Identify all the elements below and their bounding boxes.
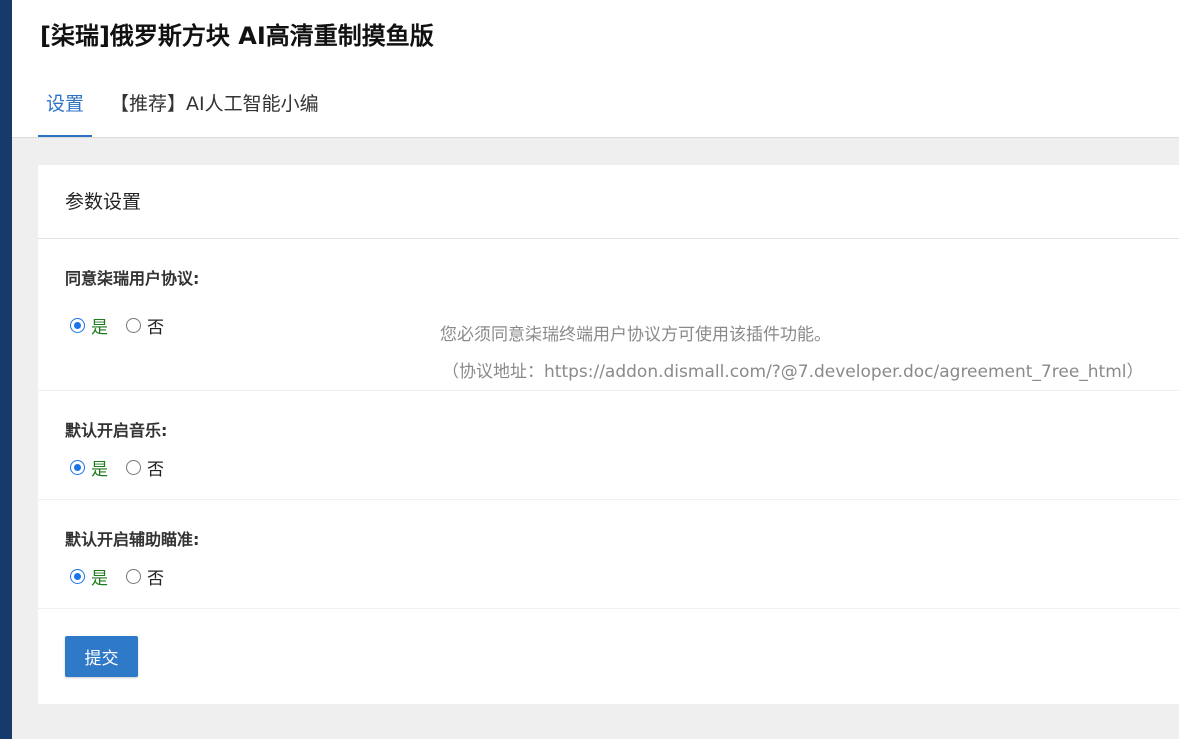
radio-music-yes[interactable]: 是 (70, 455, 108, 480)
field-label: 同意柒瑞用户协议: (65, 269, 200, 288)
card-title: 参数设置 (38, 165, 1179, 239)
submit-button[interactable]: 提交 (65, 636, 138, 677)
radio-checked-icon[interactable] (70, 318, 85, 333)
radio-aim-no[interactable]: 否 (126, 564, 164, 589)
radio-group-agree: 是 否 (70, 313, 182, 338)
tab-settings[interactable]: 设置 (38, 88, 93, 137)
tab-ai-editor-recommend[interactable]: 【推荐】AI人工智能小编 (102, 88, 327, 137)
radio-unchecked-icon[interactable] (126, 318, 141, 333)
radio-label-no: 否 (147, 569, 164, 589)
field-agree-agreement: 同意柒瑞用户协议: 是 否 您必须同意柒瑞终端用户协议方可使用该插件功能。 （协… (38, 239, 1179, 391)
field-hint: 您必须同意柒瑞终端用户协议方可使用该插件功能。 （协议地址：https://ad… (440, 317, 1144, 391)
radio-agree-yes[interactable]: 是 (70, 313, 108, 338)
page-title: [柒瑞]俄罗斯方块 AI高清重制摸鱼版 (40, 22, 434, 50)
radio-unchecked-icon[interactable] (126, 460, 141, 475)
radio-label-no: 否 (147, 460, 164, 480)
radio-music-no[interactable]: 否 (126, 455, 164, 480)
radio-label-yes: 是 (91, 569, 108, 589)
radio-checked-icon[interactable] (70, 569, 85, 584)
radio-checked-icon[interactable] (70, 460, 85, 475)
tab-bar: 设置 【推荐】AI人工智能小编 (38, 88, 327, 137)
radio-group-aim: 是 否 (70, 564, 182, 589)
settings-card: 参数设置 同意柒瑞用户协议: 是 否 您必须同意柒瑞终端用户协议方可使用该插件功… (38, 165, 1179, 704)
field-label: 默认开启音乐: (65, 421, 168, 440)
field-label: 默认开启辅助瞄准: (65, 530, 200, 549)
field-default-music: 默认开启音乐: 是 否 (38, 391, 1179, 500)
radio-label-yes: 是 (91, 318, 108, 338)
left-sidebar-strip (0, 0, 12, 739)
page-header: [柒瑞]俄罗斯方块 AI高清重制摸鱼版 设置 【推荐】AI人工智能小编 (12, 0, 1179, 138)
radio-agree-no[interactable]: 否 (126, 313, 164, 338)
hint-line-2: （协议地址：https://addon.dismall.com/?@7.deve… (442, 362, 1144, 382)
radio-aim-yes[interactable]: 是 (70, 564, 108, 589)
radio-unchecked-icon[interactable] (126, 569, 141, 584)
radio-label-no: 否 (147, 318, 164, 338)
field-default-aim-assist: 默认开启辅助瞄准: 是 否 (38, 500, 1179, 609)
radio-label-yes: 是 (91, 460, 108, 480)
radio-group-music: 是 否 (70, 455, 182, 480)
hint-line-1: 您必须同意柒瑞终端用户协议方可使用该插件功能。 (440, 325, 831, 345)
